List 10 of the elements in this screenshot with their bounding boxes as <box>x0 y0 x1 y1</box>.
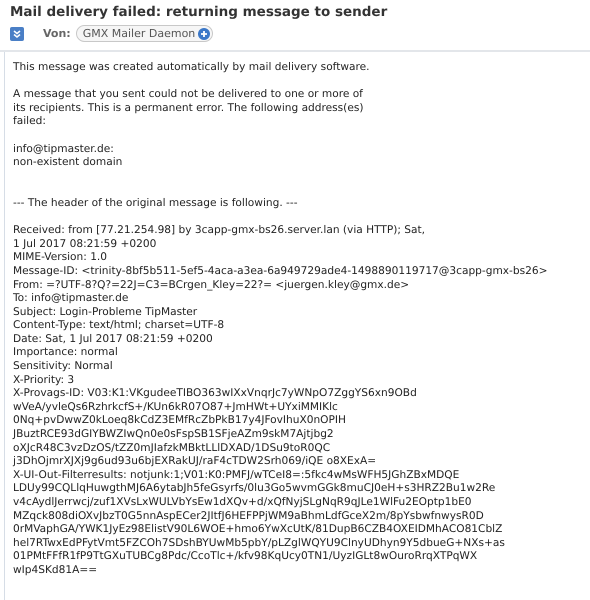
message-paragraph: A message that you sent could not be delivered to one or more of its recipients. This is a permanent error. The following address(es) failed: <box>13 88 364 129</box>
message-paragraph: This message was created automatically by mail delivery software. <box>13 61 371 75</box>
mail-subject: Mail delivery failed: returning message to sender <box>10 4 388 20</box>
sender-chip[interactable]: GMX Mailer Daemon <box>76 25 214 42</box>
message-paragraph: Received: from [77.21.254.98] by 3capp-gmx-bs26.server.lan (via HTTP); Sat, 1 Jul 2017 08:21:59 +0200 MIME-Version: 1.0 Message-ID: <trinity-8bf5b511-5ef5-4aca-a3ea-6a949729ade4-1498890119717@3capp-gmx-bs26> From: =?UTF-8?Q?=22J=C3=BCrgen_Kley=22?= <juergen.kley@gmx.de> To: info@tipmaster.de Subject: Login-Probleme TipMaster Content-Type: text/html; charset=UTF-8 Date: Sat, 1 Jul 2017 08:21:59 +0200 Importance: normal Sensitivity: Normal X-Priority: 3 X-Provags-ID: V03:K1:VKgudeeTIBO363wIXxVnqrJc7yWNpO7ZggYS6xn9OBd wVeA/yvleQs6RzhrkcfS+/KUn6kR07O87+JmHWt+UYxiMMIKlc 0Nq+pvDwwZ0kLoeq8kCdZ3EMfRcZbPkB17y4JFovIhuX0nOPIH JBuztRCE93dGIYBWZIwQn0e0sFspSB1SFjeAZm9skM7Ajtjbg2 oXJcR48C3vzDzOS/tZZ0mJIafzkMBktLLlDXAD/1DSu9toR0QC j3DhOjmrXJXj9g6ud93u6bjEXRakUJ/raF4cTDW2Srh069/iQE o8XExA= X-UI-Out-Filterresults: notjunk:1;V01:K0:PMFJ/wTCeI8=:5fkc4wMsWFH5JGhZBxMDQE LDUy99CQLlqHuwgthMJ6A6ytabJh5feGsyrfs/0lu3Go5wvmGGk8muCJ0eH+s3HRZ2Bu1w2Re v4cAydlJerrwcj/zuf1XVsLxWULVbYsEw1dXQv+d/xQfNyjSLgNqR9qJLe1WlFu2EOptp1bE0 MZqck808diOXvJbzT0G5nnAspECer2JItfJ6HEFPPjWM9aBhmLdfGceX2m/8pYsbwfnwysR0D 0rMVaphGA/YWK1JyEz98ElistV90L6WOE+hmo6YwXcUtK/81DupB6CZB4OXEIDMhACO81CblZ hel7RTwxEdPFytVmt5FZCOh7SDshBYUwMb5pbY/pLZglWQYU9ClnyUDhyn9Y5dbueG+NXs+as 01PMtFFfR1fP9TtGXuTUBCg8Pdc/CcoTlc+/kfv98KqUcy0TN1/UyzIGLt8wOuroRrqXTPqWX wIp4SKd81A== <box>13 224 548 578</box>
message-paragraph: --- The header of the original message is following. --- <box>13 196 299 211</box>
from-label: Von: <box>43 27 71 40</box>
message-paragraph: info@tipmaster.de: non-existent domain <box>13 142 124 170</box>
add-contact-icon[interactable] <box>198 28 210 40</box>
expand-icon[interactable] <box>10 26 24 40</box>
